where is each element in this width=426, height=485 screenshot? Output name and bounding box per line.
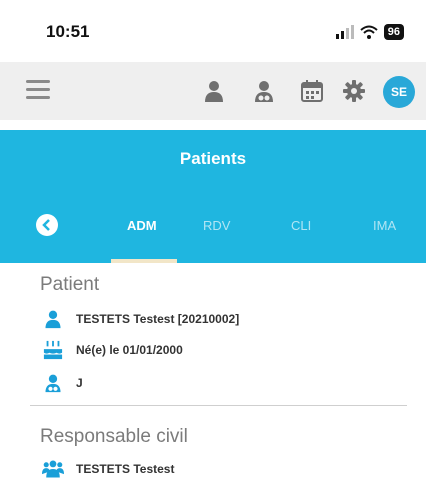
tab-ima[interactable]: IMA [373,218,396,233]
avatar[interactable]: SE [383,76,415,108]
status-icons: 96 [335,22,404,42]
group-icon [42,458,64,480]
patient-name-row: TESTETS Testest [20210002] [42,308,239,330]
tab-rdv[interactable]: RDV [203,218,230,233]
birthday-cake-icon [42,339,64,361]
menu-icon[interactable] [26,80,50,102]
active-tab-indicator [111,259,177,263]
responsable-name-row: TESTETS Testest [42,458,174,480]
toolbar: SE [0,62,426,120]
gear-icon[interactable] [342,79,366,103]
signal-icon [335,25,354,39]
page-title: Patients [179,149,247,168]
patient-icon[interactable] [202,79,226,103]
status-bar: 10:51 96 [0,0,426,62]
battery-icon: 96 [383,24,404,40]
patient-icon [42,308,64,330]
responsable-name: TESTETS Testest [76,462,175,476]
section-divider [30,405,407,406]
patient-birth-row: Né(e) le 01/01/2000 [42,339,183,361]
tab-adm[interactable]: ADM [127,218,157,233]
patient-doctor-row: J [42,372,83,394]
patient-section-title: Patient [40,274,100,295]
status-time: 10:51 [46,22,90,41]
wifi-icon [360,25,378,39]
patient-doctor: J [76,376,83,390]
tab-cli[interactable]: CLI [291,218,311,233]
tab-bar: ADM RDV CLI IMA [0,188,426,263]
back-icon[interactable] [36,214,58,236]
calendar-icon[interactable] [300,79,324,103]
patient-birthdate: Né(e) le 01/01/2000 [76,343,183,357]
responsable-section-title: Responsable civil [40,426,188,447]
patient-name: TESTETS Testest [20210002] [76,312,240,326]
doctor-icon[interactable] [252,79,276,103]
doctor-icon [42,372,64,394]
title-bar: Patients [0,130,426,188]
